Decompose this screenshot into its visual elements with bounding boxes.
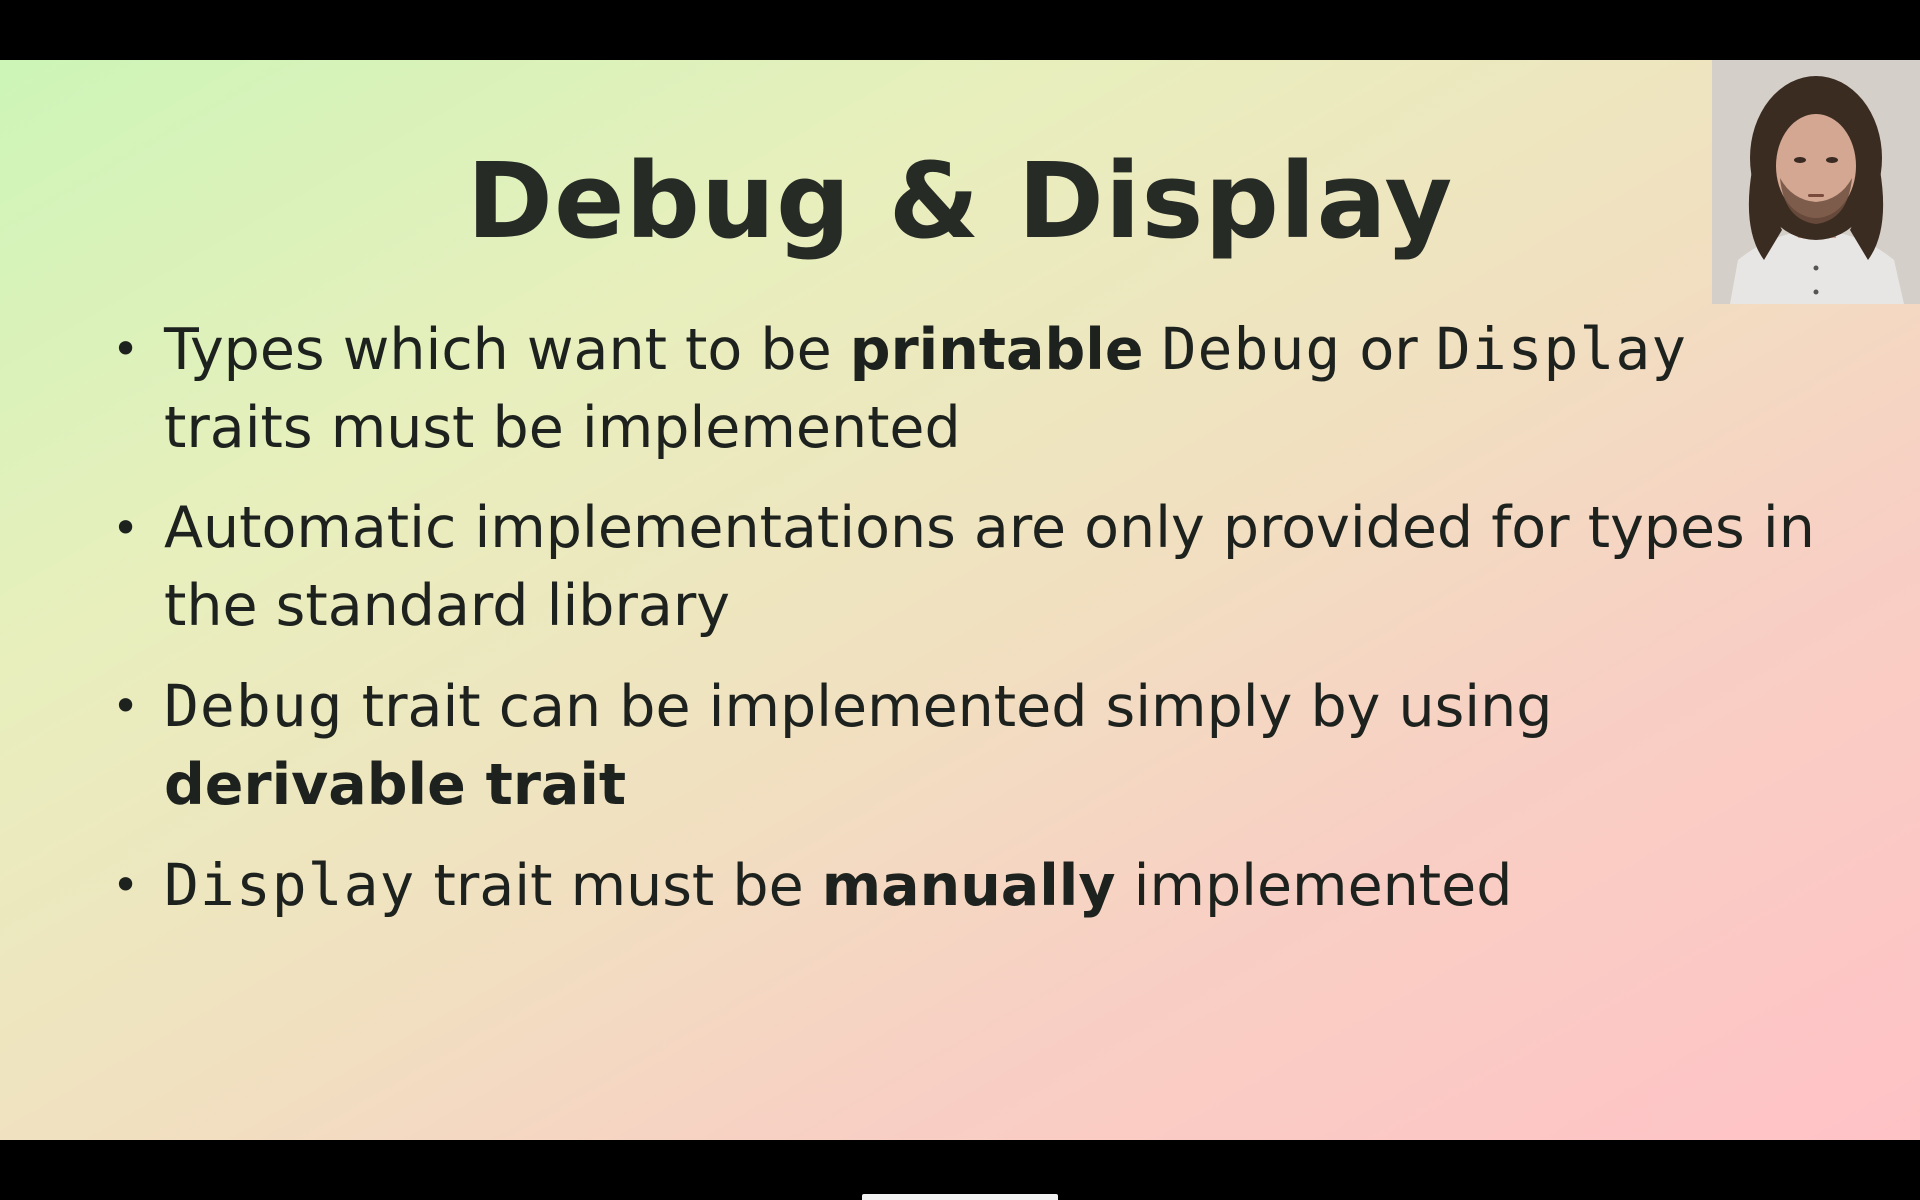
bullet-text: trait must be bbox=[415, 853, 822, 919]
bullet-text: trait can be implemented simply by using bbox=[343, 674, 1553, 740]
bullet-text bbox=[1144, 317, 1162, 383]
bullet-item: • Debug trait can be implemented simply … bbox=[108, 667, 1848, 824]
presentation-slide: Debug & Display • Types which want to be… bbox=[0, 60, 1920, 1140]
bullet-code-text: Debug bbox=[1161, 315, 1342, 383]
bullet-item: • Types which want to be printable Debug… bbox=[108, 310, 1848, 467]
bullet-code-text: Debug bbox=[164, 672, 344, 740]
bullet-text: or bbox=[1341, 317, 1436, 383]
bullet-dot-icon: • bbox=[112, 679, 140, 733]
bullet-bold-text: printable bbox=[849, 317, 1144, 383]
bullet-text: traits must be implemented bbox=[164, 395, 961, 461]
bullet-dot-icon: • bbox=[112, 322, 140, 376]
bullet-code-text: Display bbox=[1435, 315, 1688, 383]
bullet-bold-text: derivable trait bbox=[164, 752, 627, 818]
bullet-item: • Display trait must be manually impleme… bbox=[108, 846, 1848, 925]
player-progress-indicator[interactable] bbox=[862, 1194, 1058, 1200]
presenter-webcam-feed bbox=[1712, 60, 1920, 304]
bullet-list: • Types which want to be printable Debug… bbox=[108, 310, 1848, 947]
slide-title: Debug & Display bbox=[466, 140, 1454, 262]
bullet-text: Types which want to be bbox=[164, 317, 850, 383]
bullet-dot-icon: • bbox=[112, 858, 140, 912]
bullet-dot-icon: • bbox=[112, 501, 140, 555]
bullet-text: Automatic implementations are only provi… bbox=[164, 495, 1815, 639]
bullet-bold-text: manually bbox=[821, 853, 1116, 919]
video-player[interactable]: Debug & Display • Types which want to be… bbox=[0, 0, 1920, 1200]
presenter-avatar-icon bbox=[1712, 60, 1920, 304]
bullet-item: • Automatic implementations are only pro… bbox=[108, 489, 1848, 645]
bullet-code-text: Display bbox=[164, 851, 416, 919]
bullet-text: implemented bbox=[1115, 853, 1513, 919]
